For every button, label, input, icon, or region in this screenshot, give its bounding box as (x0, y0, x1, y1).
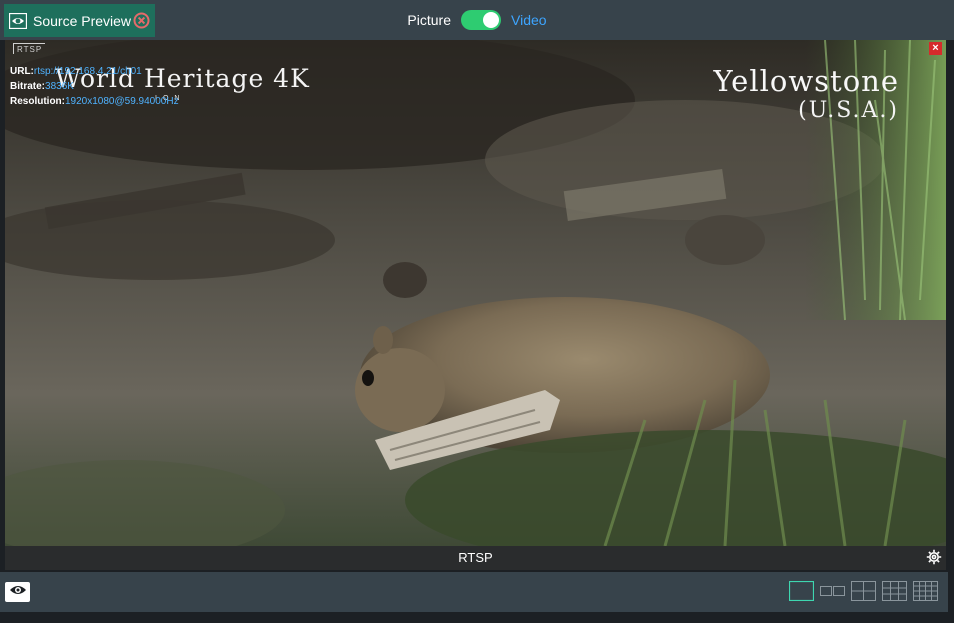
tab-label: Source Preview (33, 12, 132, 29)
bottom-toolbar (0, 572, 948, 612)
close-preview-icon[interactable]: × (929, 42, 942, 55)
layout-1x2-icon[interactable] (820, 581, 845, 601)
top-toolbar: Picture Video Source Preview (0, 0, 954, 40)
resolution-row: Resolution:1920x1080@59.94000Hz (10, 96, 179, 107)
toggle-knob (483, 12, 499, 28)
source-type-tag: RTSP (13, 43, 46, 54)
overlay-yellowstone: Yellowstone (713, 64, 899, 98)
layout-4x4-icon[interactable] (913, 581, 938, 601)
stream-info: URL:rtsp://192.168.4.21/ch01 Bitrate:383… (10, 64, 179, 109)
tab-source-preview[interactable]: Source Preview (4, 4, 155, 37)
picture-video-toggle[interactable] (461, 10, 501, 30)
preview-icon (9, 12, 27, 29)
url-row: URL:rtsp://192.168.4.21/ch01 (10, 66, 142, 77)
tab-close-icon[interactable] (133, 12, 150, 29)
layout-3x3-icon[interactable] (882, 581, 907, 601)
video-preview[interactable]: RTSP World Heritage 4K ION URL:rtsp://19… (5, 40, 946, 546)
eye-icon (9, 583, 27, 601)
visibility-toggle-button[interactable] (5, 582, 30, 602)
overlay-usa: (U.S.A.) (798, 98, 899, 123)
resolution-value: 1920x1080@59.94000Hz (65, 96, 179, 107)
url-value: rtsp://192.168.4.21/ch01 (33, 66, 142, 77)
picture-label[interactable]: Picture (407, 12, 451, 28)
bitrate-row: Bitrate:3836K (10, 81, 74, 92)
layout-switcher (788, 580, 938, 602)
gear-icon[interactable] (926, 549, 942, 565)
preview-caption: RTSP (458, 550, 493, 565)
preview-caption-bar: RTSP (5, 546, 946, 570)
bitrate-value: 3836K (45, 81, 74, 92)
video-label[interactable]: Video (511, 12, 547, 28)
layout-2x2-icon[interactable] (851, 581, 876, 601)
layout-1x1-icon[interactable] (788, 580, 815, 602)
